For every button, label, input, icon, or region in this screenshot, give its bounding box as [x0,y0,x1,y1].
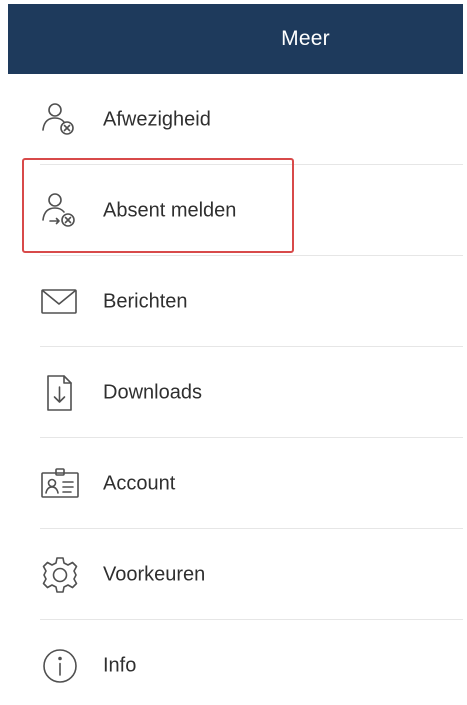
menu-item-label: Voorkeuren [103,563,206,585]
page-title: Meer [281,27,330,50]
app-frame: Meer Afwezigheid Absent melden Berichten… [8,4,463,696]
top-bar: Meer [8,4,463,74]
person-report-absent-icon [38,189,82,233]
info-icon [38,644,82,688]
id-card-icon [38,462,82,506]
menu-item-label: Berichten [103,290,188,312]
menu-item-absent-melden[interactable]: Absent melden [8,165,463,256]
menu-item-info[interactable]: Info [8,620,463,705]
menu-item-voorkeuren[interactable]: Voorkeuren [8,529,463,620]
download-document-icon [38,371,82,415]
more-menu-screen: Meer Afwezigheid Absent melden Berichten… [0,0,467,705]
person-absence-icon [38,98,82,142]
menu-item-label: Afwezigheid [103,108,211,130]
menu-item-label: Account [103,472,176,494]
menu-item-label: Info [103,654,137,676]
gear-icon [38,553,82,597]
menu-item-afwezigheid[interactable]: Afwezigheid [8,74,463,165]
menu-item-label: Downloads [103,381,202,403]
menu-item-berichten[interactable]: Berichten [8,256,463,347]
menu-item-label: Absent melden [103,199,237,221]
menu-list: Afwezigheid Absent melden Berichten Down… [8,74,463,705]
menu-item-downloads[interactable]: Downloads [8,347,463,438]
menu-item-account[interactable]: Account [8,438,463,529]
envelope-icon [38,280,82,324]
